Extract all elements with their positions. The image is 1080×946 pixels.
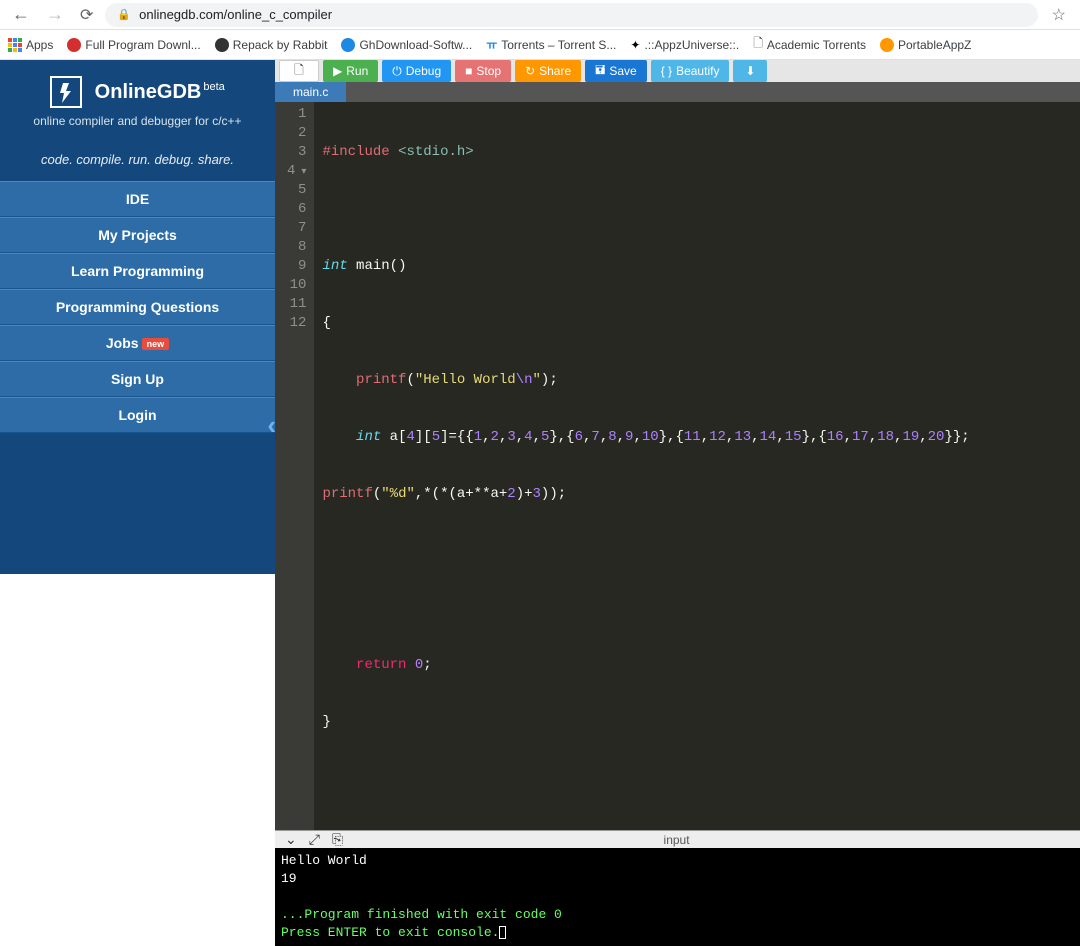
url-bar[interactable]: 🔒 onlinegdb.com/online_c_compiler bbox=[105, 3, 1037, 27]
file-tab-main[interactable]: main.c bbox=[275, 82, 346, 102]
bookmark-label: .::AppzUniverse::. bbox=[644, 38, 739, 52]
braces-icon: { } bbox=[661, 64, 672, 78]
sidebar-item-login[interactable]: Login bbox=[0, 397, 275, 433]
main-content: OnlineGDBbeta online compiler and debugg… bbox=[0, 60, 1080, 574]
stop-button[interactable]: ■Stop bbox=[455, 60, 511, 82]
run-button[interactable]: ▶Run bbox=[323, 60, 378, 82]
chevron-down-icon[interactable]: ⌄ bbox=[285, 831, 297, 848]
favicon-icon: ✦ bbox=[630, 38, 640, 52]
bookmark-label: Repack by Rabbit bbox=[233, 38, 328, 52]
console-toolbar: ⌄ ⤢ ⎘ input bbox=[275, 830, 1080, 848]
beautify-button[interactable]: { }Beautify bbox=[651, 60, 730, 82]
sidebar-item-signup[interactable]: Sign Up bbox=[0, 361, 275, 397]
sidebar-item-learn[interactable]: Learn Programming bbox=[0, 253, 275, 289]
browser-nav-bar: ← → ⟳ 🔒 onlinegdb.com/online_c_compiler … bbox=[0, 0, 1080, 30]
bookmark-item[interactable]: GhDownload-Softw... bbox=[341, 38, 472, 52]
logo-icon bbox=[50, 76, 82, 108]
sidebar: OnlineGDBbeta online compiler and debugg… bbox=[0, 60, 275, 574]
toolbar: 🗋 ▶Run ⏻Debug ■Stop ↻Share 🖬Save { }Beau… bbox=[275, 60, 1080, 82]
bookmarks-bar: Apps Full Program Downl... Repack by Rab… bbox=[0, 30, 1080, 60]
console-output[interactable]: Hello World 19 ...Program finished with … bbox=[275, 848, 1080, 946]
bookmark-apps[interactable]: Apps bbox=[8, 38, 53, 52]
logo-title: OnlineGDBbeta bbox=[95, 81, 225, 104]
share-button[interactable]: ↻Share bbox=[515, 60, 581, 82]
favicon-icon bbox=[341, 38, 355, 52]
bookmark-label: PortableAppZ bbox=[898, 38, 971, 52]
editor-area: 🗋 ▶Run ⏻Debug ■Stop ↻Share 🖬Save { }Beau… bbox=[275, 60, 1080, 574]
reload-icon[interactable]: ⟳ bbox=[76, 5, 97, 25]
bookmark-label: GhDownload-Softw... bbox=[359, 38, 472, 52]
logo: OnlineGDBbeta online compiler and debugg… bbox=[0, 60, 275, 134]
download-icon: ⬇ bbox=[745, 64, 755, 78]
sidebar-item-questions[interactable]: Programming Questions bbox=[0, 289, 275, 325]
bookmark-item[interactable]: PortableAppZ bbox=[880, 38, 971, 52]
bookmark-label: Full Program Downl... bbox=[85, 38, 200, 52]
favicon-icon: ㅠ bbox=[486, 36, 497, 53]
lock-icon: 🔒 bbox=[117, 8, 131, 21]
bookmark-item[interactable]: Repack by Rabbit bbox=[215, 38, 328, 52]
console-line: Press ENTER to exit console. bbox=[281, 925, 499, 940]
sidebar-item-jobs[interactable]: Jobsnew bbox=[0, 325, 275, 361]
save-button[interactable]: 🖬Save bbox=[585, 60, 647, 82]
tagline: code. compile. run. debug. share. bbox=[0, 152, 275, 167]
url-text: onlinegdb.com/online_c_compiler bbox=[139, 7, 332, 22]
bookmark-label: Apps bbox=[26, 38, 53, 52]
bookmark-item[interactable]: ✦ .::AppzUniverse::. bbox=[630, 38, 739, 52]
code-content[interactable]: #include <stdio.h> int main() { printf("… bbox=[314, 102, 977, 830]
sidebar-item-projects[interactable]: My Projects bbox=[0, 217, 275, 253]
new-file-button[interactable]: 🗋 bbox=[279, 60, 319, 82]
apps-grid-icon bbox=[8, 38, 22, 52]
bookmark-label: Torrents – Torrent S... bbox=[501, 38, 616, 52]
file-icon: 🗋 bbox=[294, 61, 304, 82]
copy-icon[interactable]: ⎘ bbox=[332, 831, 343, 848]
bookmark-label: Academic Torrents bbox=[767, 38, 866, 52]
bookmark-star-icon[interactable]: ☆ bbox=[1046, 5, 1072, 25]
back-icon[interactable]: ← bbox=[8, 4, 34, 25]
save-icon: 🖬 bbox=[595, 61, 605, 82]
console-line: Hello World bbox=[281, 853, 367, 868]
expand-icon[interactable]: ⤢ bbox=[309, 831, 320, 848]
play-icon: ▶ bbox=[333, 64, 342, 78]
download-button[interactable]: ⬇ bbox=[733, 60, 767, 82]
favicon-icon bbox=[880, 38, 894, 52]
cursor-icon bbox=[499, 926, 506, 939]
favicon-icon bbox=[215, 38, 229, 52]
share-icon: ↻ bbox=[525, 64, 535, 78]
line-gutter: 123 4 ▾ 567 8910 1112 bbox=[275, 102, 314, 830]
forward-icon[interactable]: → bbox=[42, 4, 68, 25]
bookmark-item[interactable]: ㅠ Torrents – Torrent S... bbox=[486, 36, 616, 53]
sidebar-item-ide[interactable]: IDE bbox=[0, 181, 275, 217]
code-editor[interactable]: 123 4 ▾ 567 8910 1112 #include <stdio.h>… bbox=[275, 102, 1080, 830]
console-line: ...Program finished with exit code 0 bbox=[281, 907, 562, 922]
sidebar-collapse-icon[interactable]: ‹ bbox=[267, 410, 276, 441]
logo-subtitle: online compiler and debugger for c/c++ bbox=[10, 114, 265, 128]
stop-icon: ■ bbox=[465, 64, 472, 78]
file-tabs: main.c bbox=[275, 82, 1080, 102]
power-icon: ⏻ bbox=[392, 64, 402, 79]
console-line: 19 bbox=[281, 871, 297, 886]
bookmark-item[interactable]: 🗋 Academic Torrents bbox=[753, 34, 866, 55]
bookmark-item[interactable]: Full Program Downl... bbox=[67, 38, 200, 52]
favicon-icon: 🗋 bbox=[753, 34, 763, 55]
debug-button[interactable]: ⏻Debug bbox=[382, 60, 451, 82]
favicon-icon bbox=[67, 38, 81, 52]
console-mode-label[interactable]: input bbox=[343, 833, 1010, 847]
